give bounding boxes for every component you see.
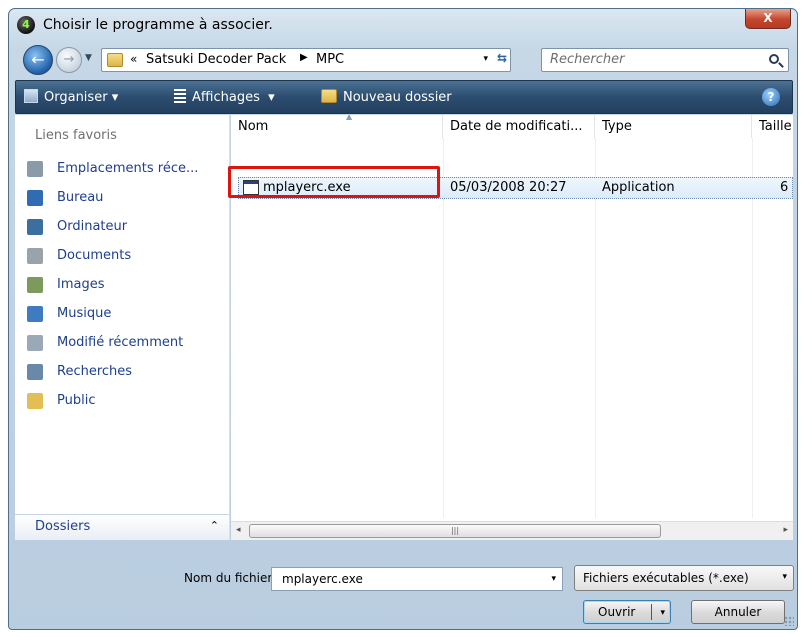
scroll-right-icon[interactable]: ▸ (783, 525, 788, 535)
close-button[interactable]: X (745, 9, 791, 29)
views-dropdown-icon: ▾ (268, 90, 275, 105)
pictures-icon (27, 277, 43, 293)
filename-label: Nom du fichier : (184, 571, 281, 585)
highlight-annotation (228, 166, 440, 198)
search-icon[interactable] (769, 54, 779, 64)
sidebar-item-label: Documents (57, 248, 132, 263)
forward-button[interactable]: → (56, 47, 82, 73)
sidebar-item-label: Modifié récemment (57, 335, 184, 350)
organize-icon (24, 89, 38, 103)
column-header-type[interactable]: Type (595, 115, 752, 138)
column-header-date[interactable]: Date de modificati... (443, 115, 595, 138)
file-date-cell: 05/03/2008 20:27 (450, 180, 567, 195)
file-size-cell: 6 (780, 180, 789, 195)
open-options-dropdown-icon[interactable]: ▾ (660, 602, 665, 624)
sidebar-item[interactable]: Public (27, 390, 227, 412)
sidebar-item-label: Public (57, 393, 96, 408)
organize-menu-button[interactable]: Organiser ▾ (24, 89, 118, 105)
open-with-dialog: 4 Choisir le programme à associer. X ← →… (8, 8, 798, 630)
breadcrumb-mpc[interactable]: MPC (316, 52, 344, 67)
new-folder-label: Nouveau dossier (343, 90, 452, 105)
folders-toggle[interactable]: Dossiers ⌃ (15, 514, 229, 540)
sidebar-item-label: Bureau (57, 190, 104, 205)
chevron-down-icon[interactable]: ▾ (782, 572, 787, 582)
title-bar: 4 Choisir le programme à associer. X (9, 9, 797, 41)
sidebar-item[interactable]: Images (27, 274, 227, 296)
filename-value[interactable]: mplayerc.exe (282, 572, 363, 586)
address-dropdown-icon[interactable]: ▾ (483, 54, 488, 64)
music-icon (27, 306, 43, 322)
folder-icon (107, 53, 123, 67)
chevron-up-icon: ⌃ (209, 519, 219, 532)
breadcrumb-satsuki[interactable]: Satsuki Decoder Pack (146, 52, 286, 67)
resize-grip-icon[interactable] (784, 616, 794, 626)
computer-icon (27, 219, 43, 235)
folders-label: Dossiers (35, 519, 91, 534)
scrollbar-thumb[interactable]: ||| (249, 524, 661, 538)
views-label: Affichages (192, 90, 260, 105)
horizontal-scrollbar[interactable]: ◂ ||| ▸ (231, 521, 793, 540)
favorite-links-header: Liens favoris (35, 128, 117, 143)
views-menu-button[interactable]: Affichages ▾ (174, 89, 275, 105)
file-type-filter[interactable]: Fichiers exécutables (*.exe) ▾ (574, 565, 794, 591)
recent-places-icon (27, 161, 43, 177)
documents-icon (27, 248, 43, 264)
sidebar-item-label: Images (57, 277, 105, 292)
cancel-button[interactable]: Annuler (691, 600, 785, 624)
file-type-filter-value: Fichiers exécutables (*.exe) (583, 571, 749, 585)
recently-changed-icon (27, 335, 43, 351)
help-icon[interactable]: ? (762, 88, 780, 106)
sidebar-item-label: Ordinateur (57, 219, 128, 234)
file-type-cell: Application (602, 180, 675, 195)
sidebar-item[interactable]: Ordinateur (27, 216, 227, 238)
command-toolbar: Organiser ▾ Affichages ▾ Nouveau dossier… (15, 80, 793, 114)
sidebar-item[interactable]: Bureau (27, 187, 227, 209)
sidebar-item[interactable]: Emplacements réce... (27, 158, 227, 180)
sidebar-item-label: Emplacements réce... (57, 161, 199, 176)
address-overflow-chevron[interactable]: « (130, 52, 137, 66)
sort-ascending-icon: ▲ (346, 115, 353, 121)
sidebar-item-label: Musique (57, 306, 112, 321)
chevron-down-icon[interactable]: ▾ (551, 574, 556, 584)
open-button[interactable]: Ouvrir ▾ (583, 600, 671, 624)
sidebar-item[interactable]: Modifié récemment (27, 332, 227, 354)
back-button[interactable]: ← (23, 45, 53, 75)
new-folder-button[interactable]: Nouveau dossier (321, 89, 452, 105)
column-header-name[interactable]: ▲ Nom (231, 115, 443, 138)
open-button-label: Ouvrir (598, 605, 636, 619)
filename-combobox[interactable]: mplayerc.exe ▾ (271, 567, 563, 591)
app-logo-icon: 4 (17, 16, 35, 34)
search-input[interactable]: Rechercher (541, 48, 789, 72)
desktop-icon (27, 190, 43, 206)
new-folder-icon (321, 89, 337, 103)
address-bar[interactable]: « Satsuki Decoder Pack ▶ MPC ▾ ⇆ (101, 48, 511, 72)
sidebar-item[interactable]: Recherches (27, 361, 227, 383)
search-placeholder: Rechercher (550, 52, 625, 67)
window-title: Choisir le programme à associer. (43, 17, 273, 33)
views-icon (174, 89, 186, 103)
sidebar-item[interactable]: Documents (27, 245, 227, 267)
split-divider (651, 604, 652, 620)
column-header-size[interactable]: Taille (752, 115, 793, 138)
organize-label: Organiser (44, 90, 108, 105)
searches-icon (27, 364, 43, 380)
history-dropdown-icon[interactable]: ▼ (85, 53, 92, 63)
sidebar-item-label: Recherches (57, 364, 133, 379)
organize-dropdown-icon: ▾ (111, 90, 119, 105)
column-header-name-label: Nom (238, 119, 269, 134)
sidebar-item[interactable]: Musique (27, 303, 227, 325)
breadcrumb-separator-icon[interactable]: ▶ (300, 52, 308, 63)
public-folder-icon (27, 393, 43, 409)
scroll-left-icon[interactable]: ◂ (236, 525, 241, 535)
favorite-links-pane: Liens favoris Emplacements réce... Bureau… (15, 115, 230, 540)
refresh-icon[interactable]: ⇆ (497, 51, 507, 65)
